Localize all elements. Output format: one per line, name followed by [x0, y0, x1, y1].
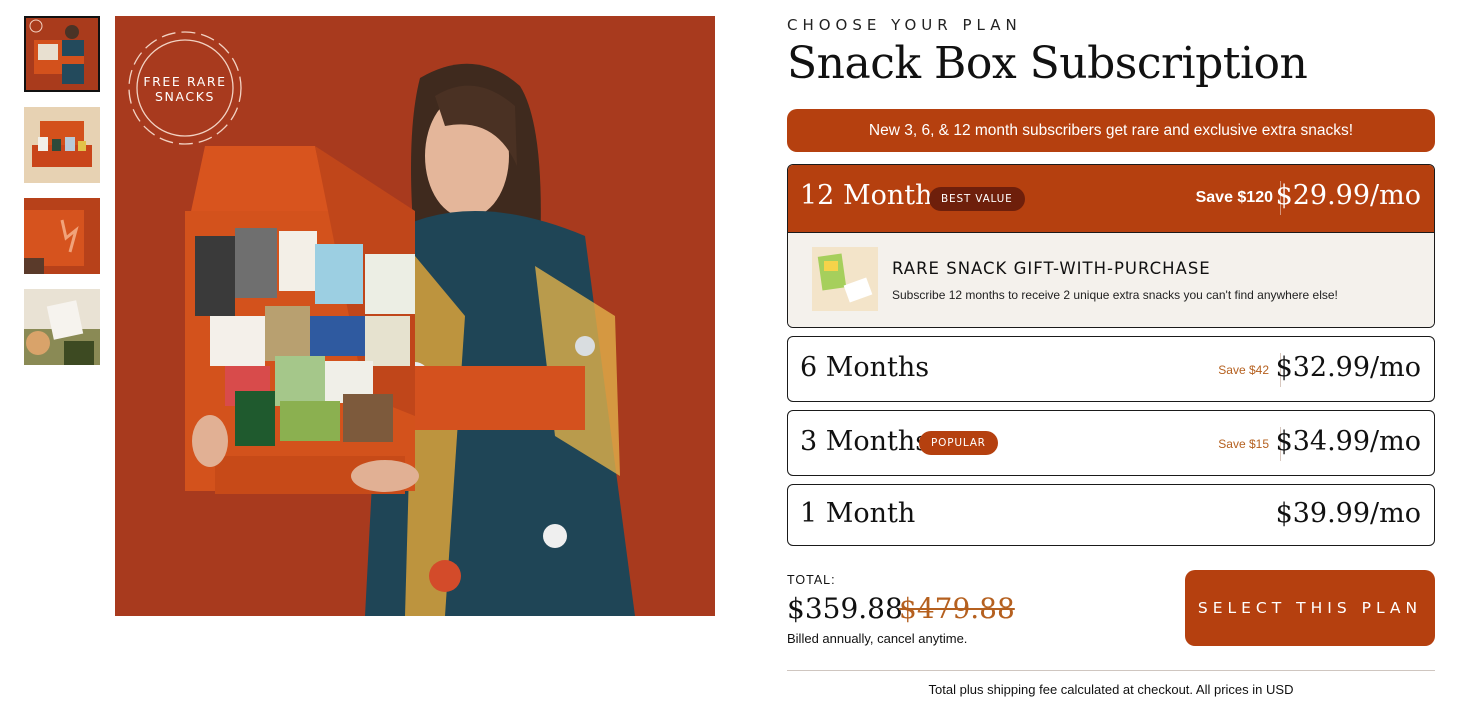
best-value-badge: BEST VALUE [929, 187, 1025, 211]
page-title: Snack Box Subscription [787, 38, 1308, 89]
total-price: $359.88 [787, 592, 903, 625]
billing-note: Billed annually, cancel anytime. [787, 631, 968, 646]
plan-savings: Save $15 [1218, 437, 1269, 451]
plan-price: $29.99/mo [1275, 180, 1421, 211]
gift-description: Subscribe 12 months to receive 2 unique … [892, 288, 1338, 302]
plan-option-6-months[interactable]: 6 Months Save $42 $32.99/mo [787, 336, 1435, 402]
plan-option-12-months[interactable]: 12 Months BEST VALUE Save $120 $29.99/mo… [787, 164, 1435, 328]
plan-name: 6 Months [800, 352, 930, 383]
thumbnail-gallery [24, 16, 100, 380]
plan-savings: Save $120 [1195, 189, 1273, 206]
plan-price: $39.99/mo [1275, 498, 1421, 529]
plan-savings: Save $42 [1218, 363, 1269, 377]
thumbnail-box-closeup[interactable] [24, 198, 100, 274]
popular-badge: POPULAR [919, 431, 998, 455]
plan-option-1-month[interactable]: 1 Month $39.99/mo [787, 484, 1435, 546]
thumbnail-box-contents[interactable] [24, 107, 100, 183]
plan-option-3-months[interactable]: 3 Months POPULAR Save $15 $34.99/mo [787, 410, 1435, 476]
plan-name: 3 Months [800, 426, 930, 457]
plan-12-header: 12 Months BEST VALUE Save $120 $29.99/mo [788, 165, 1434, 232]
eyebrow-label: CHOOSE YOUR PLAN [787, 16, 1022, 34]
plan-price: $32.99/mo [1275, 352, 1421, 383]
thumbnail-box-with-model[interactable] [24, 16, 100, 92]
footer-divider [787, 670, 1435, 671]
plan-header: CHOOSE YOUR PLAN Snack Box Subscription [787, 16, 1435, 89]
promo-banner: New 3, 6, & 12 month subscribers get rar… [787, 109, 1435, 152]
original-price: $479.88 [899, 592, 1015, 625]
plan-name: 12 Months [800, 180, 947, 211]
shipping-footnote: Total plus shipping fee calculated at ch… [928, 682, 1294, 697]
product-hero-image: FREE RARE SNACKS [115, 16, 715, 616]
gift-title: RARE SNACK GIFT-WITH-PURCHASE [892, 259, 1211, 278]
free-rare-snacks-badge: FREE RARE SNACKS [143, 74, 227, 104]
total-label: TOTAL: [787, 573, 836, 587]
select-plan-button[interactable]: SELECT THIS PLAN [1185, 570, 1435, 646]
gift-snack-image [812, 247, 878, 311]
plan-name: 1 Month [800, 498, 916, 529]
thumbnail-lifestyle[interactable] [24, 289, 100, 365]
gift-with-purchase: RARE SNACK GIFT-WITH-PURCHASE Subscribe … [788, 232, 1434, 327]
plan-price: $34.99/mo [1275, 426, 1421, 457]
